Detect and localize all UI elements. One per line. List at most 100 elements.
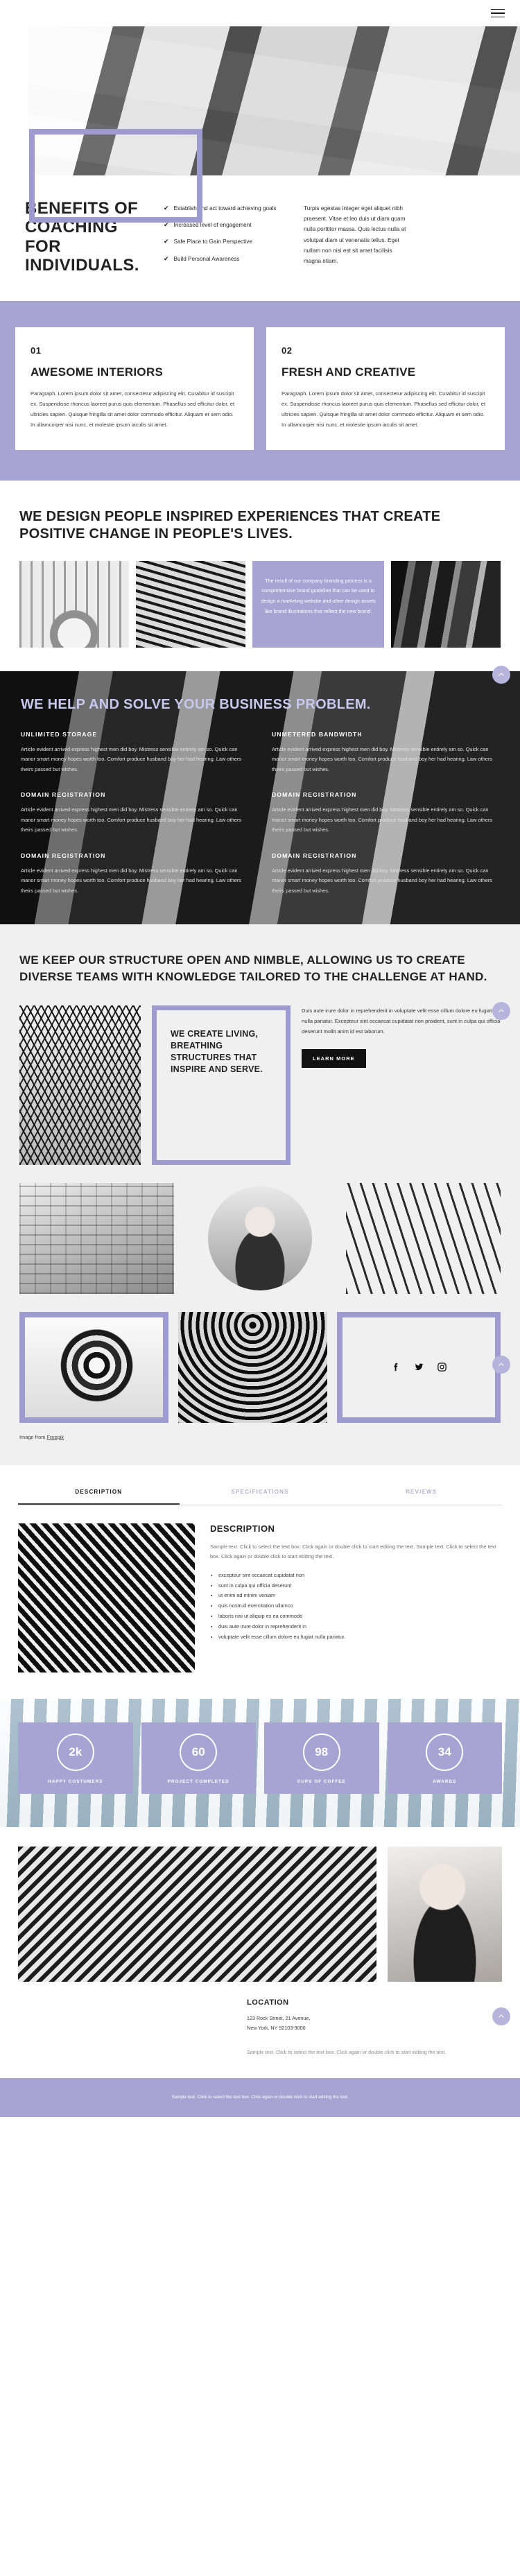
- feature-item: DOMAIN REGISTRATION Article evident arri…: [272, 852, 499, 896]
- landing-page: BENEFITS OF COACHING FOR INDIVIDUALS. ✔ E…: [0, 0, 520, 2118]
- list-item: ✔ Build Personal Awareness: [164, 254, 288, 264]
- location-note: Sample text. Click to select the text bo…: [247, 2049, 447, 2056]
- structure-image-grid: [19, 1005, 141, 1165]
- description-image: [18, 1523, 195, 1672]
- portrait-wrapper: [182, 1182, 338, 1294]
- info-card-title: AWESOME INTERIORS: [31, 365, 164, 379]
- chevron-up-icon: [499, 1363, 504, 1366]
- location-title: LOCATION: [247, 1998, 289, 2007]
- description-bullets: excepteur sint occaecat cupidatat non su…: [210, 1571, 502, 1643]
- feature-grid: UNLIMITED STORAGE Article evident arrive…: [21, 731, 499, 896]
- feature-title: DOMAIN REGISTRATION: [272, 852, 357, 859]
- design-gallery: The result of our company branding proce…: [19, 560, 501, 671]
- location-address: 123 Rock Street, 21 Avenue, New York, NY…: [247, 2014, 311, 2031]
- design-section: WE DESIGN PEOPLE INSPIRED EXPERIENCES TH…: [0, 480, 520, 684]
- list-item: duis aute irure dolor in reprehenderit i…: [218, 1622, 502, 1632]
- credit-prefix: Image from: [19, 1433, 47, 1440]
- design-quote: The result of our company branding proce…: [252, 560, 384, 648]
- image-credit: Image from Freepik: [19, 1434, 501, 1440]
- info-card-number: 01: [31, 345, 42, 356]
- stat-item: 60 PROJECT COMPLETED: [141, 1722, 256, 1794]
- tab-description[interactable]: DESCRIPTION: [18, 1489, 180, 1505]
- list-item: voluptate velit esse cillum dolore eu fu…: [218, 1632, 502, 1643]
- feature-text: Article evident arrived express highest …: [21, 867, 241, 894]
- tab-specifications[interactable]: SPECIFICATIONS: [180, 1489, 341, 1505]
- twitter-icon[interactable]: [413, 1361, 425, 1373]
- structure-quote-box: WE CREATE LIVING, BREATHING STRUCTURES T…: [152, 1005, 291, 1165]
- gallery-image-wave: [136, 560, 246, 648]
- design-title: WE DESIGN PEOPLE INSPIRED EXPERIENCES TH…: [19, 508, 441, 542]
- business-problem-section: WE HELP AND SOLVE YOUR BUSINESS PROBLEM.…: [0, 671, 520, 924]
- credit-link[interactable]: Freepik: [46, 1434, 64, 1440]
- feature-title: DOMAIN REGISTRATION: [272, 791, 357, 799]
- list-item: quis nostrud exercitation ullamco: [218, 1601, 502, 1611]
- hero-paragraph: Turpis egestas integer eget aliquet nibh…: [304, 205, 406, 264]
- scroll-up-button[interactable]: [492, 1356, 510, 1374]
- list-item: laboris nisi ut aliquip ex ea commodo: [218, 1611, 502, 1622]
- description-title: DESCRIPTION: [210, 1523, 275, 1534]
- location-portrait: [388, 1846, 502, 1982]
- spiral-image: [25, 1317, 163, 1417]
- hero-section: BENEFITS OF COACHING FOR INDIVIDUALS. ✔ E…: [0, 26, 520, 301]
- stat-label: HAPPY COSTUMERS: [47, 1779, 103, 1784]
- feature-item: UNMETERED BANDWIDTH Article evident arri…: [272, 731, 499, 775]
- spiral-frame: [19, 1311, 168, 1423]
- feature-title: UNLIMITED STORAGE: [21, 731, 98, 738]
- gallery-image-dark: [390, 560, 501, 648]
- portrait-image: [207, 1186, 312, 1290]
- chevron-up-icon: [499, 673, 504, 676]
- feature-item: DOMAIN REGISTRATION Article evident arri…: [272, 791, 499, 835]
- chevron-up-icon: [499, 2014, 504, 2018]
- instagram-icon[interactable]: [436, 1361, 448, 1373]
- structure-title: WE KEEP OUR STRUCTURE OPEN AND NIMBLE, A…: [19, 953, 487, 984]
- check-icon: ✔: [164, 238, 169, 245]
- stat-value: 60: [180, 1733, 218, 1771]
- tab-bar: DESCRIPTION SPECIFICATIONS REVIEWS: [18, 1489, 502, 1505]
- structure-image-building: [345, 1182, 501, 1294]
- location-image: [18, 1846, 376, 1982]
- feature-title: DOMAIN REGISTRATION: [21, 852, 106, 859]
- info-card-title: FRESH AND CREATIVE: [281, 365, 416, 379]
- info-cards-band: 01 AWESOME INTERIORS Paragraph. Lorem ip…: [0, 301, 520, 481]
- location-section: LOCATION 123 Rock Street, 21 Avenue, New…: [0, 1826, 520, 2078]
- list-item: excepteur sint occaecat cupidatat non: [218, 1571, 502, 1581]
- stat-value: 2k: [56, 1733, 94, 1771]
- stat-item: 34 AWARDS: [387, 1722, 502, 1794]
- structure-image-concrete: [19, 1182, 175, 1294]
- gallery-image-arch: [19, 560, 130, 648]
- learn-more-button[interactable]: LEARN MORE: [302, 1049, 366, 1069]
- dark-title: WE HELP AND SOLVE YOUR BUSINESS PROBLEM.: [21, 696, 371, 712]
- stats-section: 2k HAPPY COSTUMERS 60 PROJECT COMPLETED …: [0, 1698, 520, 1827]
- list-item: sunt in culpa qui officia deserunt: [218, 1581, 502, 1591]
- checklist-text: Safe Place to Gain Perspective: [173, 239, 252, 245]
- list-item: ✔ Safe Place to Gain Perspective: [164, 236, 288, 247]
- site-header: [0, 0, 520, 26]
- hamburger-icon[interactable]: [491, 8, 505, 18]
- description-text: Sample text. Click to select the text bo…: [210, 1543, 496, 1560]
- scroll-up-button[interactable]: [492, 2007, 510, 2025]
- scroll-up-button[interactable]: [492, 1002, 510, 1020]
- footer: Sample text. Click to select the text bo…: [0, 2077, 520, 2118]
- structure-quote: WE CREATE LIVING, BREATHING STRUCTURES T…: [171, 1028, 263, 1074]
- tab-reviews[interactable]: REVIEWS: [340, 1489, 502, 1505]
- chevron-up-icon: [499, 1009, 504, 1012]
- feature-text: Article evident arrived express highest …: [272, 746, 492, 772]
- tabs-section: DESCRIPTION SPECIFICATIONS REVIEWS DESCR…: [0, 1464, 520, 1699]
- circular-structure-image: [178, 1311, 327, 1423]
- info-card-number: 02: [281, 345, 293, 356]
- feature-item: DOMAIN REGISTRATION Article evident arri…: [21, 791, 248, 835]
- feature-text: Article evident arrived express highest …: [21, 746, 241, 772]
- social-links: [337, 1311, 501, 1423]
- scroll-up-button[interactable]: [492, 666, 510, 684]
- list-item: ut enim ad minim veniam: [218, 1591, 502, 1601]
- structure-section: WE KEEP OUR STRUCTURE OPEN AND NIMBLE, A…: [0, 924, 520, 1465]
- feature-item: UNLIMITED STORAGE Article evident arrive…: [21, 731, 248, 775]
- checklist-text: Build Personal Awareness: [173, 255, 240, 262]
- footer-text: Sample text. Click to select the text bo…: [171, 2094, 349, 2100]
- facebook-icon[interactable]: [390, 1361, 402, 1373]
- feature-text: Article evident arrived express highest …: [21, 806, 241, 833]
- stat-label: PROJECT COMPLETED: [167, 1779, 229, 1784]
- stat-label: CUPS OF COFFEE: [297, 1779, 346, 1784]
- stat-value: 98: [302, 1733, 340, 1771]
- feature-title: UNMETERED BANDWIDTH: [272, 731, 363, 738]
